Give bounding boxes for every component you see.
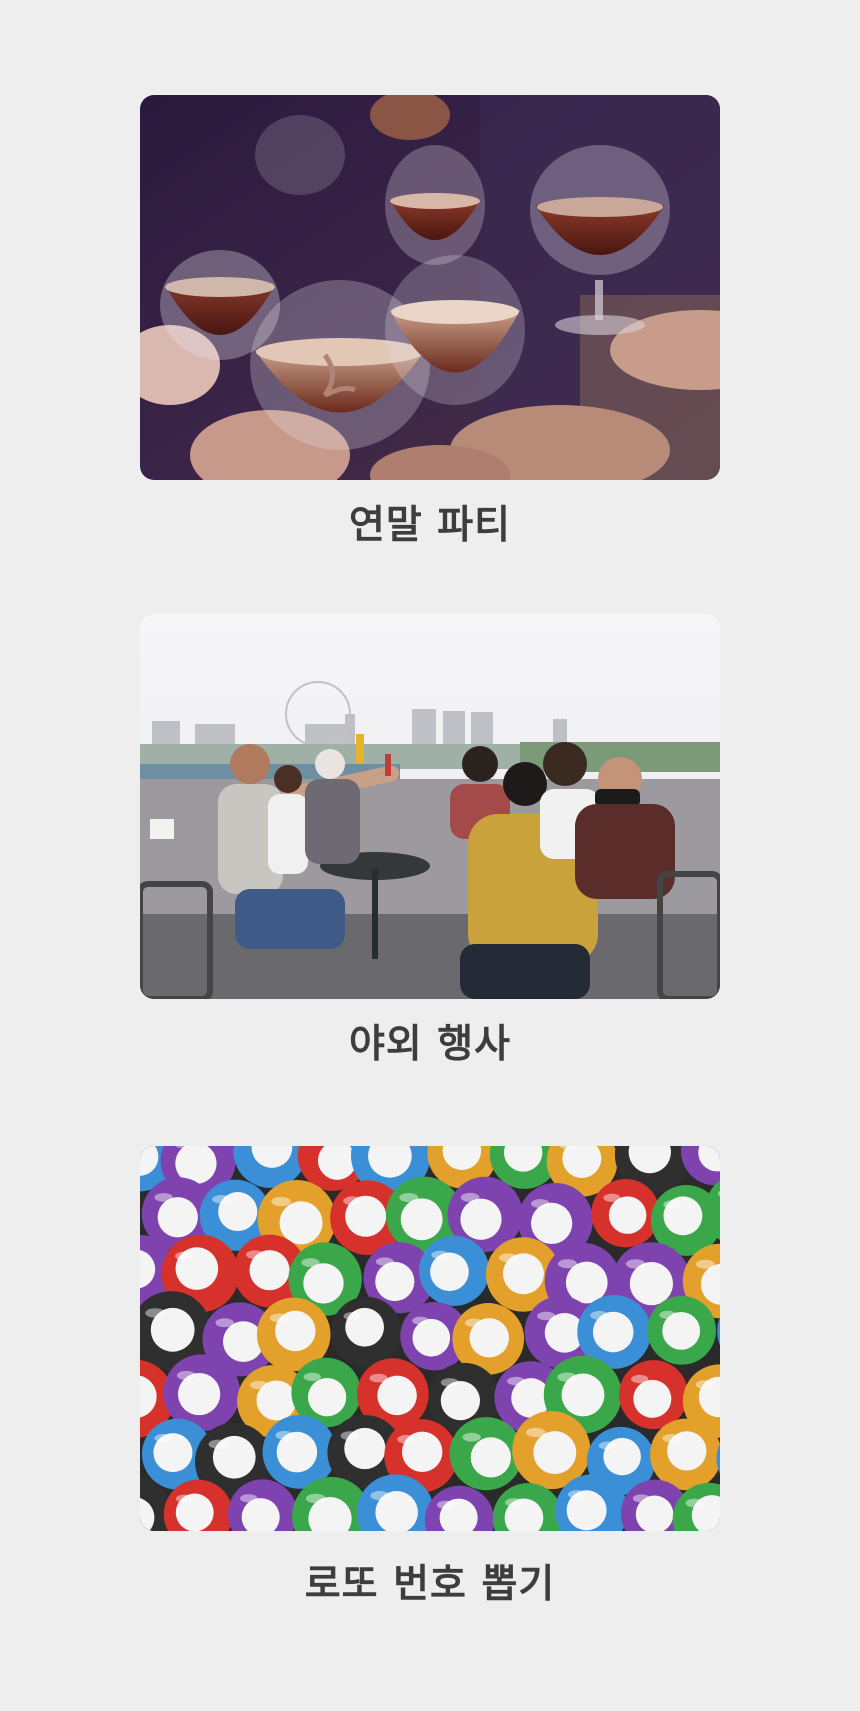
event-card-title: 야외 행사 [348, 1022, 512, 1067]
event-card-year-end-party[interactable]: 연말 파티 [140, 95, 720, 550]
wine-glasses-toast-photo [140, 95, 720, 480]
lottery-balls-photo [140, 1146, 720, 1531]
event-card-lotto-draw[interactable]: 로또 번호 뽑기 [140, 1146, 720, 1609]
event-card-title: 로또 번호 뽑기 [304, 1562, 556, 1607]
rooftop-friends-toast-photo [140, 614, 720, 999]
event-card-outdoor-event[interactable]: 야외 행사 [140, 614, 720, 1069]
event-card-title: 연말 파티 [348, 503, 512, 548]
